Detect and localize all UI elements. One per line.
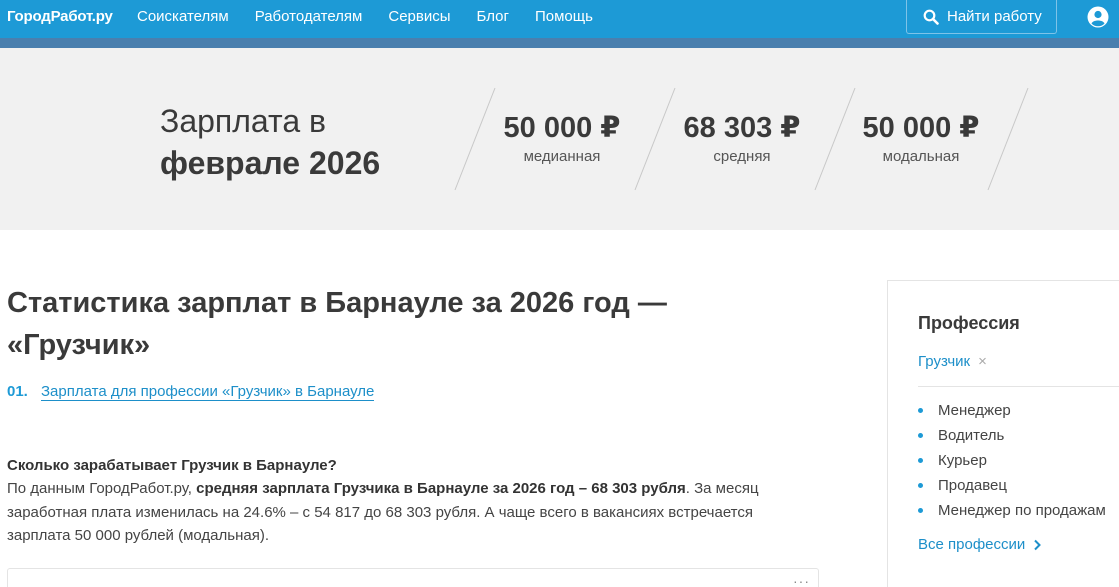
profession-filter-panel: Профессия Грузчик × Менеджер Водитель Ку… — [887, 280, 1119, 587]
profession-item[interactable]: Водитель — [918, 423, 1106, 448]
stat-median: 50 000 ₽ медианная — [482, 110, 642, 165]
filter-divider — [918, 386, 1119, 387]
bullet-icon — [918, 483, 923, 488]
selected-profession-chip: Грузчик × — [918, 353, 987, 370]
faq-question: Сколько зарабатывает Грузчик в Барнауле? — [7, 457, 337, 474]
main-nav: Соискателям Работодателям Сервисы Блог П… — [137, 8, 619, 25]
stat-modal: 50 000 ₽ модальная — [841, 110, 1001, 165]
profession-item-label: Продавец — [938, 476, 1007, 494]
user-account-icon[interactable] — [1087, 6, 1109, 28]
bullet-icon — [918, 433, 923, 438]
all-professions-link[interactable]: Все профессии — [918, 536, 1042, 553]
stat-average-value: 68 303 ₽ — [683, 112, 801, 144]
toc-item-number: 01. — [7, 383, 28, 400]
hero-title: Зарплата в феврале 2026 — [160, 100, 380, 184]
hero-title-line1: Зарплата в — [160, 103, 326, 139]
table-of-contents: 01. Зарплата для профессии «Грузчик» в Б… — [7, 383, 375, 401]
toc-link-salary[interactable]: Зарплата для профессии «Грузчик» в Барна… — [41, 383, 375, 401]
salary-description-highlight: средняя зарплата Грузчика в Барнауле за … — [196, 480, 686, 497]
bullet-icon — [918, 508, 923, 513]
profession-item-label: Менеджер по продажам — [938, 501, 1106, 519]
profession-item[interactable]: Менеджер — [918, 398, 1106, 423]
profession-list: Менеджер Водитель Курьер Продавец Менедж… — [918, 398, 1106, 523]
stat-median-value: 50 000 ₽ — [503, 112, 621, 144]
nav-underline-stripe — [0, 38, 1119, 48]
filter-title: Профессия — [918, 313, 1020, 333]
nav-employers[interactable]: Работодателям — [255, 8, 363, 25]
remove-filter-icon[interactable]: × — [978, 353, 987, 370]
salary-description-intro: По данным ГородРабот.ру, — [7, 480, 197, 497]
card-menu-icon[interactable]: ··· — [793, 573, 810, 587]
hero-title-line2: феврале 2026 — [160, 145, 381, 181]
nav-services[interactable]: Сервисы — [388, 8, 450, 25]
profession-item[interactable]: Продавец — [918, 473, 1106, 498]
search-icon — [923, 9, 939, 25]
profession-item[interactable]: Менеджер по продажам — [918, 498, 1106, 523]
profession-item-label: Курьер — [938, 451, 987, 469]
chart-card: ··· — [7, 568, 819, 587]
salary-description: По данным ГородРабот.ру, средняя зарплат… — [7, 477, 807, 548]
bullet-icon — [918, 408, 923, 413]
profession-item[interactable]: Курьер — [918, 448, 1106, 473]
stat-average-label: средняя — [713, 148, 771, 165]
stat-median-label: медианная — [523, 148, 601, 165]
stat-modal-label: модальная — [882, 148, 960, 165]
site-logo[interactable]: ГородРабот.ру — [7, 8, 113, 25]
find-job-label: Найти работу — [947, 8, 1042, 25]
salary-summary-banner: Зарплата в феврале 2026 50 000 ₽ медианн… — [0, 48, 1119, 230]
chevron-right-icon — [1034, 539, 1042, 550]
selected-profession-label[interactable]: Грузчик — [918, 353, 970, 370]
stat-average: 68 303 ₽ средняя — [662, 110, 822, 165]
profession-item-label: Водитель — [938, 426, 1005, 444]
profession-item-label: Менеджер — [938, 401, 1011, 419]
top-navbar: ГородРабот.ру Соискателям Работодателям … — [0, 0, 1119, 38]
nav-job-seekers[interactable]: Соискателям — [137, 8, 229, 25]
find-job-button[interactable]: Найти работу — [906, 0, 1057, 34]
nav-help[interactable]: Помощь — [535, 8, 593, 25]
bullet-icon — [918, 458, 923, 463]
page-title: Статистика зарплат в Барнауле за 2026 го… — [7, 287, 667, 361]
stat-modal-value: 50 000 ₽ — [862, 112, 980, 144]
nav-blog[interactable]: Блог — [477, 8, 509, 25]
all-professions-label: Все профессии — [918, 536, 1026, 553]
